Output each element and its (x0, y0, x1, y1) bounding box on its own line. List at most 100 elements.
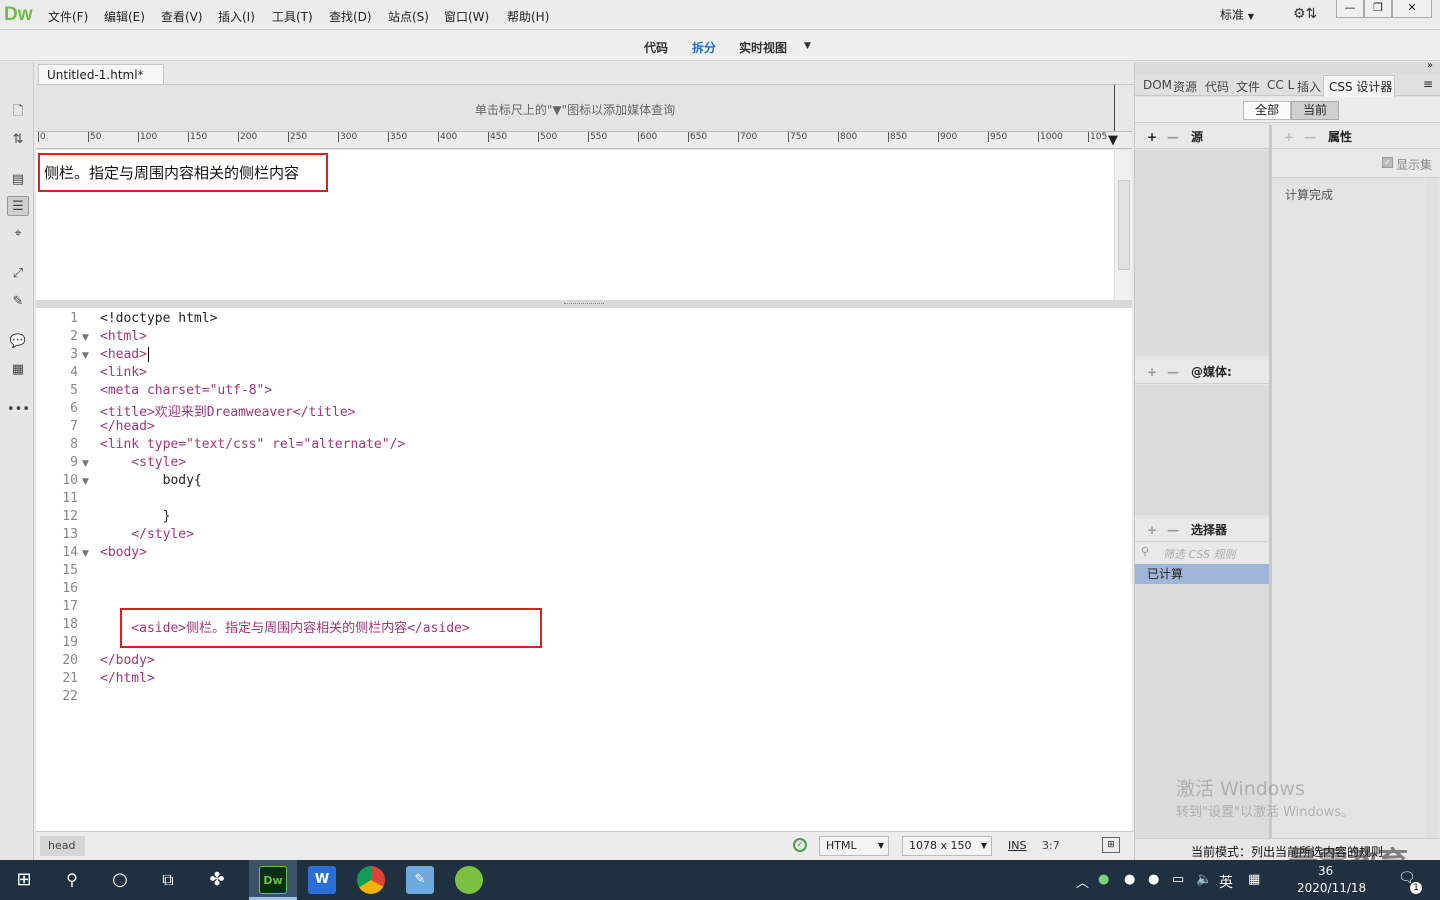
comment-icon[interactable]: 💬 (7, 332, 29, 352)
tab-insert[interactable]: 插入 (1297, 78, 1321, 95)
workspace-switcher[interactable]: 标准 ▼ (1220, 6, 1254, 23)
show-set-checkbox[interactable]: ✓ (1382, 157, 1393, 168)
code-line[interactable]: <meta charset="utf-8"> (100, 383, 272, 398)
qq-icon[interactable]: ● (1124, 872, 1135, 887)
remove-source-icon[interactable]: — (1167, 125, 1179, 149)
toggle-current-button[interactable]: 当前 (1291, 101, 1339, 120)
search-icon[interactable]: ⚲ (58, 866, 86, 894)
panel-collapse-bar[interactable]: » (1135, 60, 1440, 74)
window-size-select[interactable]: 1078 x 150 ▼ (902, 836, 992, 856)
selector-computed-item[interactable]: 已计算 (1135, 564, 1269, 584)
task-view-icon[interactable]: ⧉ (154, 866, 182, 894)
qq-icon[interactable]: ● (1148, 872, 1159, 887)
tab-css-designer[interactable]: CSS 设计器 (1329, 78, 1392, 95)
inspect-icon[interactable]: ⌖ (7, 224, 29, 244)
code-line[interactable]: } (100, 509, 171, 524)
minimize-button[interactable]: — (1336, 0, 1364, 18)
input-language[interactable]: 英 (1219, 872, 1233, 892)
tab-dom[interactable]: DOM (1143, 78, 1172, 92)
fold-toggle-icon[interactable]: ▼ (82, 549, 89, 559)
toggle-all-button[interactable]: 全部 (1243, 101, 1291, 120)
check-ok-icon[interactable]: ✓ (793, 838, 807, 852)
wrap-tag-icon[interactable]: ✎ (7, 292, 29, 312)
network-icon[interactable]: ▭ (1172, 872, 1184, 887)
panel-divider[interactable] (1269, 125, 1272, 838)
fold-toggle-icon[interactable]: ▼ (82, 459, 89, 469)
preview-icon[interactable]: ⊞ (1102, 837, 1120, 853)
code-line[interactable]: </body> (100, 653, 155, 668)
wechat-icon[interactable]: ● (1098, 872, 1109, 887)
media-query-marker-icon[interactable]: ▼ (1108, 133, 1118, 148)
green-app-icon[interactable] (455, 866, 483, 894)
code-line[interactable]: <head>​ (100, 347, 149, 362)
chrome-app-icon[interactable] (357, 866, 385, 894)
code-view[interactable]: 1 2 3 4 5 6 7 8 9 10 11 12 13 14 15 16 1… (36, 308, 1132, 831)
format-source-icon[interactable]: ☰ (7, 196, 29, 216)
code-line[interactable]: </style> (100, 527, 194, 542)
media-pane[interactable] (1135, 385, 1269, 515)
split-divider[interactable] (36, 300, 1132, 308)
remove-selector-icon[interactable]: — (1167, 518, 1179, 542)
add-selector-icon[interactable]: + (1147, 518, 1157, 542)
media-query-bar[interactable]: 单击标尺上的"▼"图标以添加媒体查询 (36, 85, 1114, 131)
code-line[interactable]: <link type="text/css" rel="alternate"/> (100, 437, 405, 452)
file-management-icon[interactable]: ⇅ (7, 130, 29, 150)
open-documents-icon[interactable]: 🗋 (7, 102, 29, 122)
ime-grid-icon[interactable]: ▦ (1248, 872, 1260, 887)
code-line[interactable]: <link> (100, 365, 147, 380)
menu-file[interactable]: 文件(F) (48, 8, 88, 25)
document-tab[interactable]: Untitled-1.html* × (38, 64, 164, 96)
menu-view[interactable]: 查看(V) (161, 8, 203, 25)
restore-button[interactable]: ❐ (1364, 0, 1392, 18)
selector-filter[interactable]: ⚲ 筛选 CSS 规则 (1135, 543, 1269, 563)
menu-site[interactable]: 站点(S) (388, 8, 429, 25)
properties-scrollbar[interactable] (1425, 178, 1437, 838)
horizontal-ruler[interactable]: 0 50 100 150 200 250 300 350 400 450 500… (36, 131, 1132, 149)
code-line[interactable]: <html> (100, 329, 147, 344)
close-window-button[interactable]: ✕ (1392, 0, 1432, 18)
tab-files[interactable]: 文件 (1236, 78, 1260, 95)
live-view-button[interactable]: 实时视图 (739, 39, 787, 56)
menu-find[interactable]: 查找(D) (329, 8, 372, 25)
code-line[interactable]: <style> (100, 455, 186, 470)
document-type-select[interactable]: HTML ▼ (819, 836, 889, 856)
code-line[interactable]: <body> (100, 545, 147, 560)
menu-window[interactable]: 窗口(W) (444, 8, 489, 25)
split-view-button[interactable]: 拆分 (692, 39, 716, 56)
fold-toggle-icon[interactable]: ▼ (82, 351, 89, 361)
code-line[interactable]: <!doctype html> (100, 311, 217, 326)
collapse-icon[interactable]: » (1427, 60, 1433, 71)
menu-tools[interactable]: 工具(T) (272, 8, 313, 25)
sources-pane[interactable] (1135, 150, 1269, 356)
menu-edit[interactable]: 编辑(E) (104, 8, 145, 25)
fold-toggle-icon[interactable]: ▼ (82, 477, 89, 487)
remove-property-icon[interactable]: — (1304, 125, 1316, 149)
aside-element[interactable]: 侧栏。指定与周围内容相关的侧栏内容 (44, 162, 299, 183)
menu-help[interactable]: 帮助(H) (507, 8, 549, 25)
tab-snippets[interactable]: 代码 (1205, 78, 1229, 95)
design-view[interactable]: 侧栏。指定与周围内容相关的侧栏内容 (36, 150, 1114, 300)
show-hidden-icons[interactable]: ︿ (1076, 872, 1089, 891)
code-line[interactable]: body{ (100, 473, 202, 488)
design-scrollbar[interactable] (1114, 150, 1132, 300)
add-property-icon[interactable]: + (1284, 125, 1294, 149)
menu-insert[interactable]: 插入(I) (218, 8, 255, 25)
code-line[interactable]: <title>欢迎来到Dreamweaver</title> (100, 401, 356, 420)
tag-selector-head[interactable]: head (40, 836, 86, 856)
code-line[interactable]: </html> (100, 671, 155, 686)
code-view-button[interactable]: 代码 (644, 39, 668, 56)
dreamweaver-app-icon[interactable]: Dw (259, 866, 287, 894)
fold-toggle-icon[interactable]: ▼ (82, 333, 89, 343)
remove-media-icon[interactable]: — (1167, 360, 1179, 384)
tab-cc-libraries[interactable]: CC L (1267, 78, 1294, 92)
tab-assets[interactable]: 资源 (1173, 78, 1197, 95)
live-code-icon[interactable]: ▤ (7, 170, 29, 190)
cortana-icon[interactable]: ○ (106, 866, 134, 894)
panel-menu-icon[interactable]: ≡ (1423, 77, 1433, 91)
add-source-icon[interactable]: + (1147, 125, 1157, 149)
add-media-icon[interactable]: + (1147, 360, 1157, 384)
pinwheel-app-icon[interactable]: ✤ (203, 866, 231, 894)
chevron-down-icon[interactable]: ▼ (804, 41, 811, 51)
sync-settings-icon[interactable]: ⚙⇅ (1293, 6, 1317, 22)
wps-app-icon[interactable]: W (308, 866, 336, 894)
